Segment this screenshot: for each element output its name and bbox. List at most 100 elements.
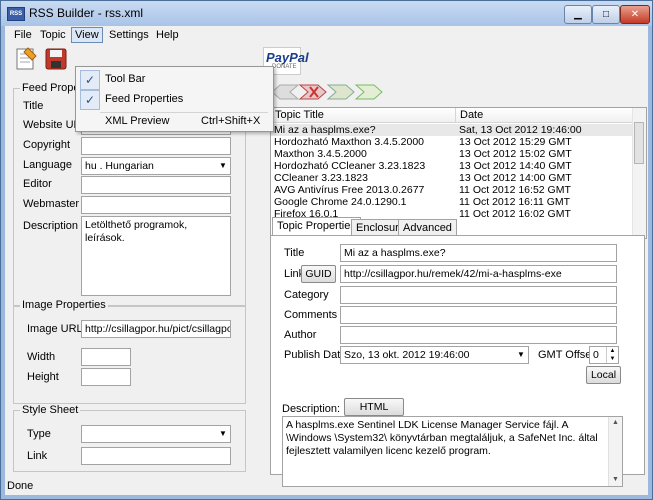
feed-properties-title: Feed Prope	[20, 82, 82, 94]
feed-description-text: Letölthető programok, leírások.	[85, 219, 188, 244]
list-item[interactable]: Mi az a hasplms.exe? Sat, 13 Oct 2012 19:…	[271, 124, 633, 136]
menu-item-feed-properties[interactable]: ✓ Feed Properties	[78, 89, 270, 110]
title-bar[interactable]: RSS RSS Builder - rss.xml ▁ □ ✕	[1, 1, 652, 26]
topic-title-label: Title	[284, 247, 305, 259]
webmaster-field[interactable]	[81, 196, 231, 214]
language-label: Language	[23, 159, 72, 171]
chevron-down-icon: ▼	[219, 161, 227, 170]
language-select[interactable]: hu . Hungarian ▼	[81, 157, 231, 175]
menu-settings[interactable]: Settings	[106, 28, 152, 42]
move-first-icon	[271, 84, 300, 100]
publish-date-picker[interactable]: Szo, 13 okt. 2012 19:46:00 ▼	[340, 346, 529, 364]
status-text: Done	[7, 480, 34, 492]
menu-help[interactable]: Help	[153, 28, 182, 42]
image-url-field[interactable]: http://csillagpor.hu/pict/csillagpor.jpg	[81, 320, 231, 338]
save-floppy-icon[interactable]	[43, 46, 69, 72]
topic-title-cell: Mi az a hasplms.exe?	[274, 124, 376, 136]
list-item[interactable]: Maxthon 3.4.5.2000 13 Oct 2012 15:02 GMT	[271, 148, 633, 160]
editor-field[interactable]	[81, 176, 231, 194]
comments-field[interactable]	[340, 306, 617, 324]
list-item[interactable]: AVG Antivírus Free 2013.0.2677 11 Oct 201…	[271, 184, 633, 196]
maximize-button[interactable]: □	[592, 5, 620, 24]
window-title: RSS Builder - rss.xml	[29, 6, 144, 20]
link-label: Link	[27, 450, 48, 462]
guid-button[interactable]: GUID	[301, 265, 336, 283]
list-item[interactable]: Hordozható CCleaner 3.23.1823 13 Oct 2012…	[271, 160, 633, 172]
style-sheet-group: Style Sheet Type ▼ Link	[13, 404, 246, 472]
topic-title-field[interactable]: Mi az a hasplms.exe?	[340, 244, 617, 262]
topic-title-cell: Hordozható Maxthon 3.4.5.2000	[274, 136, 425, 148]
menu-topic[interactable]: Topic	[37, 28, 69, 42]
close-button[interactable]: ✕	[620, 5, 650, 24]
list-item[interactable]: Google Chrome 24.0.1290.1 11 Oct 2012 16:…	[271, 196, 633, 208]
menu-item-label: XML Preview	[105, 115, 170, 127]
topic-title-cell: Google Chrome 24.0.1290.1	[274, 196, 407, 208]
copyright-field[interactable]	[81, 137, 231, 155]
move-down-icon	[326, 84, 355, 100]
local-button[interactable]: Local	[586, 366, 621, 384]
feed-title-label: Title	[23, 100, 44, 112]
copyright-label: Copyright	[23, 139, 71, 151]
style-link-field[interactable]	[81, 447, 231, 465]
image-properties-group: Image Properties Image URL http://csilla…	[13, 299, 246, 404]
html-editor-button[interactable]: HTML Editor	[344, 398, 404, 429]
menu-file[interactable]: File	[11, 28, 35, 42]
author-field[interactable]	[340, 326, 617, 344]
status-bar: Done	[5, 478, 650, 495]
spin-arrows-icon[interactable]: ▲ ▼	[606, 347, 618, 363]
menu-item-label: Tool Bar	[105, 73, 146, 85]
topic-date-cell: 13 Oct 2012 15:02 GMT	[459, 148, 572, 160]
topic-description-field[interactable]: A hasplms.exe Sentinel LDK License Manag…	[282, 416, 623, 487]
editor-label: Editor	[23, 178, 52, 190]
category-field[interactable]	[340, 286, 617, 304]
list-item[interactable]: Hordozható Maxthon 3.4.5.2000 13 Oct 2012…	[271, 136, 633, 148]
height-field[interactable]	[81, 368, 131, 386]
menu-bar: File Topic View Settings Help	[5, 26, 648, 43]
scroll-up-icon[interactable]: ▲	[609, 417, 622, 429]
topic-link-field[interactable]: http://csillagpor.hu/remek/42/mi-a-haspl…	[340, 265, 617, 283]
chevron-down-icon: ▼	[517, 350, 525, 359]
category-label: Category	[284, 289, 329, 301]
menu-item-tool-bar[interactable]: ✓ Tool Bar	[78, 69, 270, 90]
description-label: Description	[23, 220, 79, 232]
tab-advanced[interactable]: Advanced	[398, 219, 457, 236]
column-date[interactable]: Date	[456, 108, 633, 123]
check-icon: ✓	[80, 90, 100, 110]
menu-item-xml-preview[interactable]: XML Preview Ctrl+Shift+X	[78, 112, 270, 130]
gmt-offset-label: GMT Offset	[538, 349, 595, 361]
type-label: Type	[27, 428, 51, 440]
publish-date-value: Szo, 13 okt. 2012 19:46:00	[344, 349, 470, 361]
topic-date-cell: 13 Oct 2012 15:29 GMT	[459, 136, 572, 148]
chevron-down-icon: ▼	[219, 429, 227, 438]
height-label: Height	[27, 371, 59, 383]
scrollbar-thumb[interactable]	[634, 122, 644, 164]
donate-text: DONATE	[272, 64, 297, 70]
menu-item-shortcut: Ctrl+Shift+X	[201, 115, 261, 127]
topic-tabs: Topic Properties Enclosure Advanced	[270, 217, 645, 236]
list-item[interactable]: CCleaner 3.23.1823 13 Oct 2012 14:00 GMT	[271, 172, 633, 184]
gmt-offset-stepper[interactable]: 0 ▲ ▼	[589, 346, 619, 364]
gmt-offset-value: 0	[593, 349, 599, 361]
app-window: RSS RSS Builder - rss.xml ▁ □ ✕ File Top…	[0, 0, 653, 500]
tab-topic-properties[interactable]: Topic Properties	[272, 217, 361, 236]
feed-description-field[interactable]: Letölthető programok, leírások.	[81, 216, 231, 296]
comments-label: Comments	[284, 309, 338, 321]
menu-view[interactable]: View	[71, 27, 103, 43]
description-scrollbar[interactable]: ▲ ▼	[608, 417, 622, 486]
width-field[interactable]	[81, 348, 131, 366]
new-document-icon[interactable]	[13, 46, 39, 72]
topic-date-cell: 11 Oct 2012 16:11 GMT	[459, 196, 571, 208]
width-label: Width	[27, 351, 56, 363]
image-url-label: Image URL	[27, 323, 83, 335]
client-area: File Topic View Settings Help PayPal DON…	[5, 26, 648, 495]
column-topic-title[interactable]: Topic Title	[271, 108, 456, 123]
image-properties-title: Image Properties	[20, 299, 108, 311]
topic-description-label: Description:	[282, 403, 341, 415]
language-value: hu . Hungarian	[85, 160, 154, 172]
view-menu-dropdown: ✓ Tool Bar ✓ Feed Properties XML Preview…	[75, 66, 274, 132]
style-type-select[interactable]: ▼	[81, 425, 231, 443]
topic-title-cell: Maxthon 3.4.5.2000	[274, 148, 367, 160]
minimize-button[interactable]: ▁	[564, 5, 592, 24]
move-last-icon	[354, 84, 383, 100]
style-sheet-title: Style Sheet	[20, 404, 81, 416]
